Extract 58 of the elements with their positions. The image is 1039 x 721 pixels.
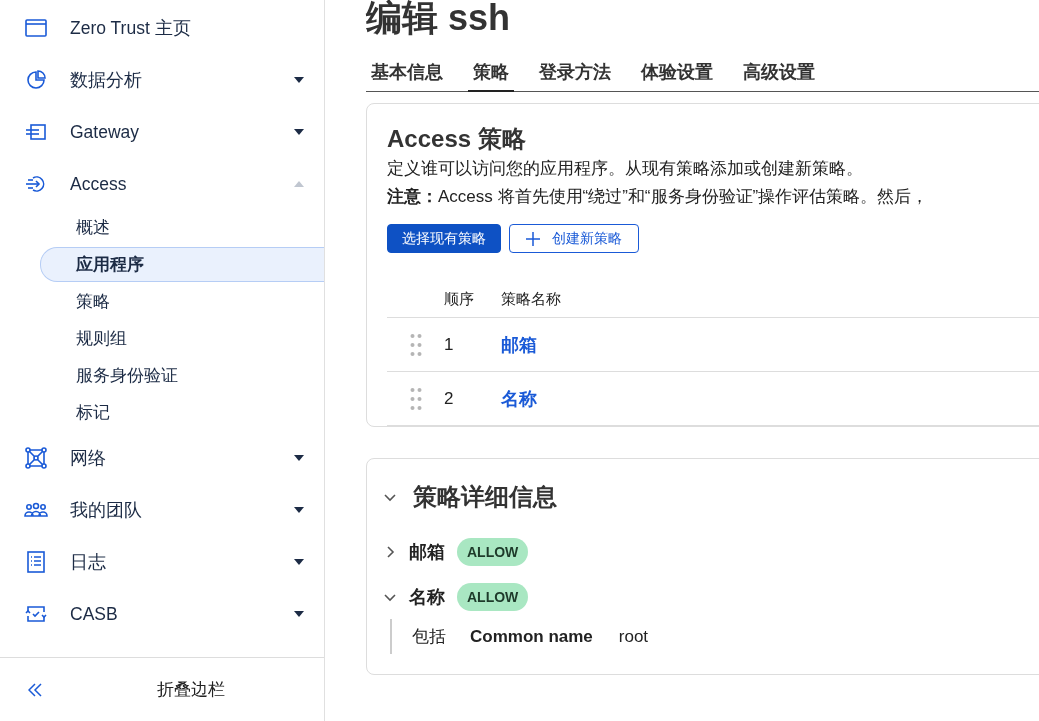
collapse-sidebar-button[interactable]: 折叠边栏: [157, 678, 225, 701]
create-policy-button[interactable]: 创建新策略: [509, 224, 639, 253]
action-badge: ALLOW: [457, 537, 529, 566]
sidebar-item-label: Access: [70, 173, 128, 195]
sidebar-item[interactable]: CASB: [0, 588, 324, 640]
sidebar-item[interactable]: 网络: [0, 432, 324, 484]
sidebar-item-label: Zero Trust 主页: [70, 17, 192, 40]
description-text: 定义谁可以访问您的应用程序。从现有策略添加或创建新策略。: [387, 158, 864, 180]
sidebar-subitem[interactable]: 应用程序: [40, 247, 324, 282]
sidebar-item[interactable]: Zero Trust 主页: [0, 2, 324, 54]
sidebar-item[interactable]: Access: [0, 158, 324, 210]
sidebar-item-label: 数据分析: [70, 69, 143, 92]
tab[interactable]: 高级设置: [738, 60, 820, 92]
sidebar-item-label: 我的团队: [70, 499, 143, 522]
sidebar-subitem[interactable]: 标记: [40, 395, 324, 430]
tab[interactable]: 体验设置: [636, 60, 718, 92]
notice-text: 注意：Access 将首先使用“绕过”和“服务身份验证”操作评估策略。然后，: [387, 186, 930, 208]
sidebar-item[interactable]: 日志: [0, 536, 324, 588]
drag-handle-icon[interactable]: [409, 386, 422, 411]
column-header: 策略名称: [501, 289, 561, 309]
document-list-icon: [24, 551, 48, 573]
policy-name: 名称: [409, 585, 445, 609]
tab[interactable]: 登录方法: [534, 60, 616, 92]
browser-window-icon: [24, 19, 48, 37]
network-nodes-icon: [24, 447, 48, 469]
sidebar-subitem[interactable]: 规则组: [40, 321, 324, 356]
card-title: Access 策略: [387, 124, 527, 154]
pie-chart-icon: [24, 70, 48, 90]
section-title: 策略详细信息: [413, 482, 557, 512]
policy-link[interactable]: 名称: [501, 388, 537, 409]
policy-name: 邮箱: [409, 540, 445, 564]
drag-handle-icon[interactable]: [409, 332, 422, 357]
gateway-icon: [24, 124, 48, 140]
sidebar-item-label: Gateway: [70, 121, 141, 143]
tab[interactable]: 基本信息: [366, 60, 448, 92]
table-cell-text: 2: [444, 388, 455, 409]
sidebar-item[interactable]: 我的团队: [0, 484, 324, 536]
sync-check-icon: [24, 604, 48, 624]
tab[interactable]: 策略: [468, 60, 514, 92]
rule-selector: Common name: [470, 626, 593, 647]
sidebar-item-label: CASB: [70, 603, 119, 625]
select-policy-button[interactable]: 选择现有策略: [387, 224, 501, 253]
sidebar-subitem[interactable]: 策略: [40, 284, 324, 319]
rule-type: 包括: [412, 626, 446, 648]
action-badge: ALLOW: [457, 582, 529, 611]
double-chevron-left-icon[interactable]: [28, 682, 42, 697]
sidebar-item[interactable]: Gateway: [0, 106, 324, 158]
policy-link[interactable]: 邮箱: [501, 334, 537, 355]
rule-value: root: [618, 626, 649, 647]
sidebar-subitem[interactable]: 服务身份验证: [40, 358, 324, 393]
team-people-icon: [24, 502, 48, 518]
sidebar-subitem[interactable]: 概述: [40, 210, 324, 245]
sidebar-item[interactable]: 数据分析: [0, 54, 324, 106]
sidebar-item-label: 网络: [70, 447, 107, 470]
table-cell-text: 1: [444, 334, 455, 355]
plus-icon: [526, 231, 540, 246]
column-header: 顺序: [444, 289, 475, 309]
sidebar-item-label: 日志: [70, 551, 107, 574]
